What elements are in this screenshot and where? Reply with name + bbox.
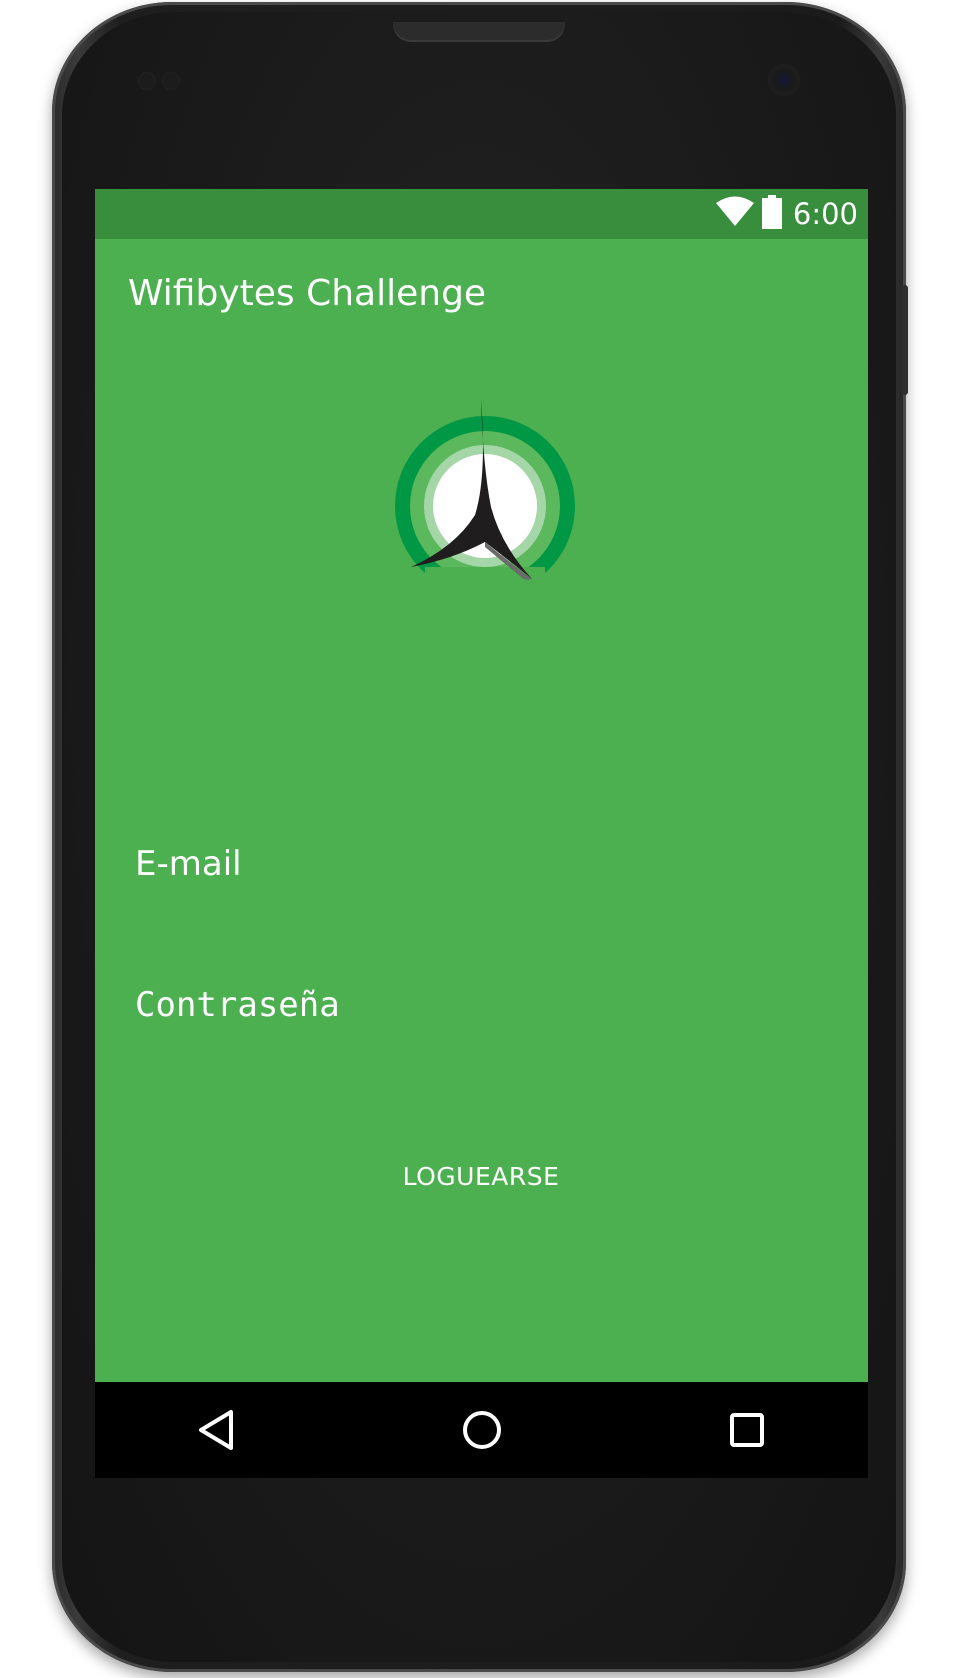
back-triangle-icon[interactable] [193,1406,241,1454]
status-bar: 6:00 [95,189,868,239]
battery-icon [761,195,783,233]
app-screen: 6:00 Wifibytes Challenge E-mail Contrase… [95,189,868,1478]
home-circle-icon[interactable] [458,1406,506,1454]
navigation-bar [95,1382,868,1478]
status-icons: 6:00 [715,189,858,239]
password-field[interactable]: Contraseña [135,985,340,1025]
recents-square-icon[interactable] [723,1406,771,1454]
wifi-icon [715,196,755,232]
status-time: 6:00 [792,197,858,231]
power-button [902,285,908,395]
app-title: Wifibytes Challenge [128,273,487,314]
proximity-sensors [138,72,188,92]
earpiece-speaker [393,22,565,40]
wifibytes-logo [385,397,585,597]
login-button[interactable]: LOGUEARSE [381,1146,581,1206]
front-camera [768,64,800,96]
email-field[interactable]: E-mail [135,844,242,884]
